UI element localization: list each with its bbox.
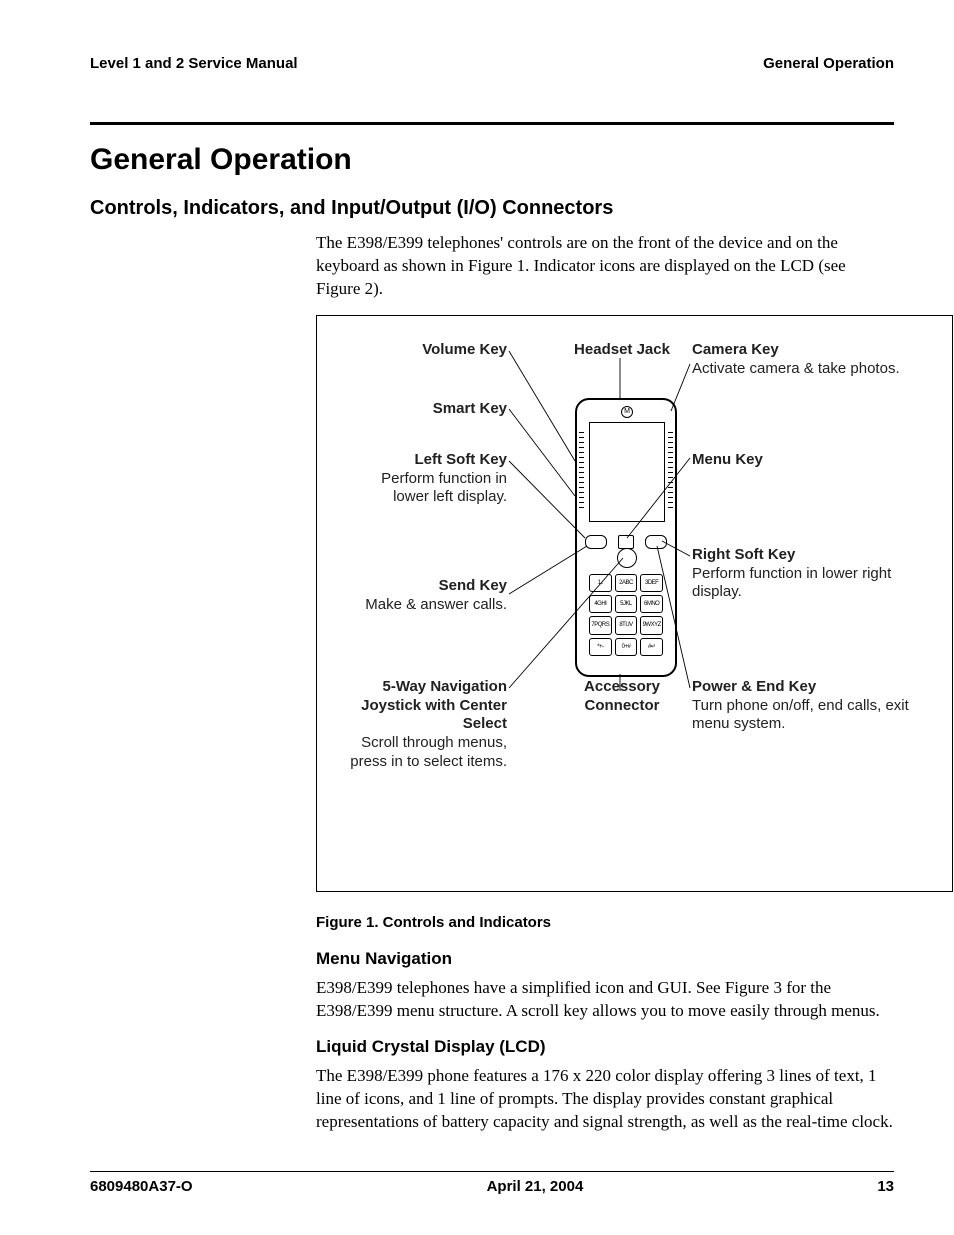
para-lcd: The E398/E399 phone features a 176 x 220… <box>316 1065 894 1134</box>
footer-doc-id: 6809480A37-O <box>90 1178 193 1195</box>
para-menu-nav: E398/E399 telephones have a simplified i… <box>316 977 894 1023</box>
label-power-end-desc: Turn phone on/off, end calls, exit menu … <box>692 697 909 733</box>
label-menu-key: Menu Key <box>692 451 902 470</box>
footer-page: 13 <box>877 1178 894 1195</box>
label-headset-jack: Headset Jack <box>562 341 682 360</box>
label-left-soft: Left Soft Key <box>347 451 507 470</box>
figure-caption: Figure 1. Controls and Indicators <box>316 914 894 931</box>
label-send-key-desc: Make & answer calls. <box>365 596 507 613</box>
label-camera-key: Camera Key <box>692 341 902 360</box>
label-volume-key: Volume Key <box>347 341 507 360</box>
label-right-soft-desc: Perform function in lower right display. <box>692 565 891 601</box>
header-left: Level 1 and 2 Service Manual <box>90 55 298 72</box>
page-title: General Operation <box>90 143 894 177</box>
footer-date: April 21, 2004 <box>487 1178 584 1195</box>
heading-menu-nav: Menu Navigation <box>316 949 894 969</box>
label-nav-desc: Scroll through menus, press in to select… <box>350 734 507 770</box>
header-right: General Operation <box>763 55 894 72</box>
heading-lcd: Liquid Crystal Display (LCD) <box>316 1037 894 1057</box>
label-nav: 5-Way Navigation Joystick with Center Se… <box>361 678 507 733</box>
label-camera-key-desc: Activate camera & take photos. <box>692 360 900 377</box>
label-accessory: Accessory Connector <box>584 678 660 714</box>
intro-paragraph: The E398/E399 telephones' controls are o… <box>316 232 894 301</box>
label-right-soft: Right Soft Key <box>692 546 912 565</box>
keypad: 1..2ABC3DEF 4GHI5JKL6MNO 7PQRS8TUV9WXYZ … <box>589 574 663 656</box>
section-heading: Controls, Indicators, and Input/Output (… <box>90 197 894 220</box>
bottom-rule <box>90 1171 894 1172</box>
label-power-end: Power & End Key <box>692 678 912 697</box>
label-smart-key: Smart Key <box>347 400 507 419</box>
label-left-soft-desc: Perform function in lower left display. <box>381 470 507 506</box>
figure-1: Volume Key Smart Key Left Soft Key Perfo… <box>316 315 953 892</box>
top-rule <box>90 122 894 125</box>
label-send-key: Send Key <box>347 577 507 596</box>
phone-illustration: M 1..2ABC3DEF 4GHI5JKL6MNO 7PQRS8TUV9WXY… <box>575 398 677 677</box>
